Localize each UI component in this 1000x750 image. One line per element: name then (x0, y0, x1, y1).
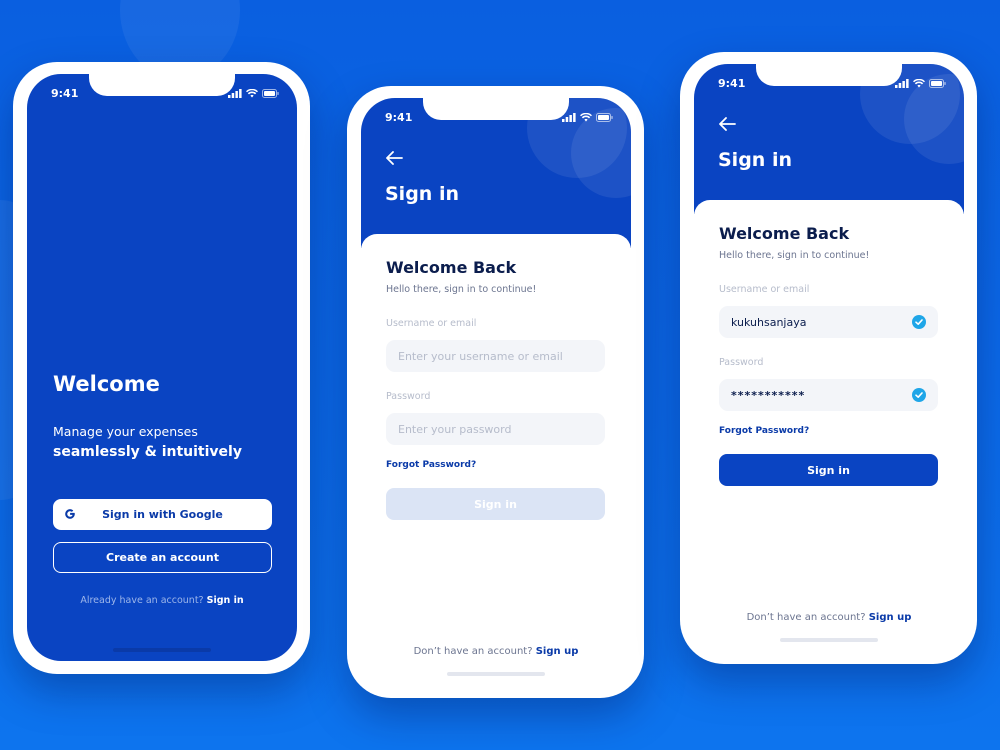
signin-card: Welcome Back Hello there, sign in to con… (361, 234, 631, 685)
battery-icon (596, 112, 613, 122)
forgot-password-link[interactable]: Forgot Password? (719, 426, 809, 436)
notch (423, 98, 569, 120)
welcome-screen: 9:41 Welcome Manage your expenses seamle… (27, 74, 297, 661)
page-title: Sign in (385, 183, 459, 205)
check-circle-icon (912, 388, 926, 402)
wifi-icon (580, 112, 592, 121)
google-icon (65, 509, 75, 519)
arrow-left-icon[interactable] (718, 117, 736, 131)
sign-in-google-button[interactable]: Sign in with Google (53, 499, 272, 530)
username-label: Username or email (386, 318, 477, 329)
sign-in-button[interactable]: Sign in (719, 454, 938, 486)
page-title: Sign in (718, 149, 792, 171)
phone-signin-empty: 9:41 Sign in Welcome Back Hello there, s… (347, 86, 644, 698)
home-indicator (780, 638, 878, 642)
home-indicator (447, 672, 545, 676)
create-account-button[interactable]: Create an account (53, 542, 272, 573)
forgot-password-link[interactable]: Forgot Password? (386, 460, 476, 470)
welcome-subtitle: Manage your expenses (53, 424, 198, 439)
wifi-icon (246, 88, 258, 97)
wifi-icon (913, 78, 925, 87)
welcome-footer: Already have an account? Sign in (27, 595, 297, 606)
sign-up-link[interactable]: Sign up (536, 646, 579, 657)
welcome-back-subtitle: Hello there, sign in to continue! (386, 284, 537, 295)
sign-in-link[interactable]: Sign in (207, 595, 244, 606)
welcome-back-subtitle: Hello there, sign in to continue! (719, 250, 870, 261)
username-input[interactable] (731, 315, 911, 329)
welcome-tagline: seamlessly & intuitively (53, 444, 242, 460)
welcome-back-heading: Welcome Back (719, 224, 850, 243)
check-circle-icon (912, 315, 926, 329)
phone-welcome: 9:41 Welcome Manage your expenses seamle… (13, 62, 310, 674)
notch (89, 74, 235, 96)
username-field (386, 340, 605, 372)
welcome-back-heading: Welcome Back (386, 258, 517, 277)
signup-prompt-text: Don’t have an account? (413, 646, 533, 657)
username-input[interactable] (398, 349, 578, 363)
welcome-footer-prompt: Already have an account? (80, 595, 204, 606)
arrow-left-icon[interactable] (385, 151, 403, 165)
password-label: Password (719, 357, 764, 368)
signin-card: Welcome Back Hello there, sign in to con… (694, 200, 964, 651)
signup-prompt-text: Don’t have an account? (746, 612, 866, 623)
sign-in-google-label: Sign in with Google (102, 508, 223, 521)
welcome-title: Welcome (53, 372, 160, 396)
password-field (386, 413, 605, 445)
password-label: Password (386, 391, 431, 402)
status-time: 9:41 (385, 110, 413, 124)
signup-prompt: Don’t have an account? Sign up (694, 612, 964, 623)
battery-icon (262, 88, 279, 98)
password-field (719, 379, 938, 411)
sign-in-button[interactable]: Sign in (386, 488, 605, 520)
sign-up-link[interactable]: Sign up (869, 612, 912, 623)
username-label: Username or email (719, 284, 810, 295)
password-input[interactable] (731, 388, 911, 402)
status-time: 9:41 (51, 86, 79, 100)
battery-icon (929, 78, 946, 88)
status-time: 9:41 (718, 76, 746, 90)
signin-filled-screen: 9:41 Sign in Welcome Back Hello there, s… (694, 64, 964, 651)
notch (756, 64, 902, 86)
signup-prompt: Don’t have an account? Sign up (361, 646, 631, 657)
home-indicator (113, 648, 211, 652)
signin-empty-screen: 9:41 Sign in Welcome Back Hello there, s… (361, 98, 631, 685)
username-field (719, 306, 938, 338)
password-input[interactable] (398, 422, 578, 436)
phone-signin-filled: 9:41 Sign in Welcome Back Hello there, s… (680, 52, 977, 664)
